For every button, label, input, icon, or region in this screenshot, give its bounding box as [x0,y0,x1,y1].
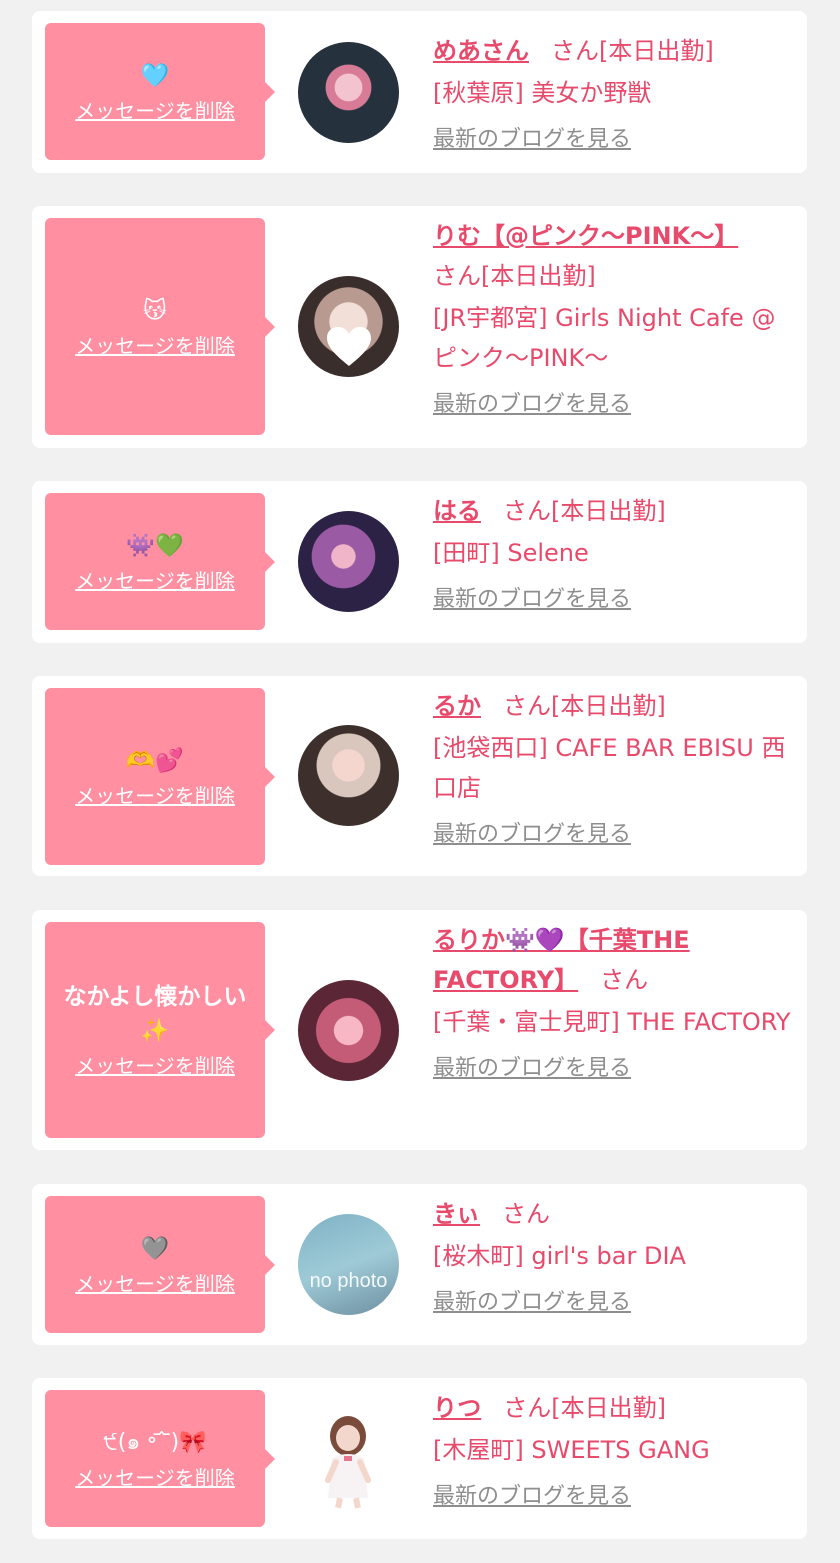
message-text: 👾💚 [126,532,184,559]
latest-blog-link[interactable]: 最新のブログを見る [433,1482,631,1512]
latest-blog-link[interactable]: 最新のブログを見る [433,390,631,420]
list-item: ੯(๑ ॰ ᷄ ᷅)🎀 メッセージを削除 りつ さん[本日出勤] [木屋町] SW… [32,1378,807,1539]
person-figure-icon [325,1416,371,1509]
delete-message-link[interactable]: メッセージを削除 [75,567,235,595]
latest-blog-link[interactable]: 最新のブログを見る [433,1054,631,1084]
avatar[interactable] [298,1408,399,1509]
san-suffix: さん [551,37,599,65]
shop-label: [桜木町] girl's bar DIA [433,1242,686,1270]
cast-info: めあさん さん[本日出勤] [秋葉原] 美女か野獣 最新のブログを見る [433,31,798,155]
shop-label: [木屋町] SWEETS GANG [433,1436,710,1464]
message-bubble: 🩶 メッセージを削除 [45,1196,265,1333]
status-label: [本日出勤] [551,1394,666,1422]
message-bubble: 🫶💕 メッセージを削除 [45,688,265,865]
shop-label: [JR宇都宮] Girls Night Cafe @ピンク〜PINK〜 [433,304,776,372]
message-text: なかよし懐かしい✨ [63,984,247,1044]
cast-name-link[interactable]: りむ【@ピンク〜PINK〜】 [433,222,738,250]
cast-info: るか さん[本日出勤] [池袋西口] CAFE BAR EBISU 西口店 最新の… [433,686,798,850]
latest-blog-link[interactable]: 最新のブログを見る [433,820,631,850]
latest-blog-link[interactable]: 最新のブログを見る [433,1288,631,1318]
message-bubble: 🩵 メッセージを削除 [45,23,265,160]
delete-message-link[interactable]: メッセージを削除 [75,782,235,810]
delete-message-link[interactable]: メッセージを削除 [75,1270,235,1298]
delete-message-link[interactable]: メッセージを削除 [75,332,235,360]
latest-blog-link[interactable]: 最新のブログを見る [433,125,631,155]
san-suffix: さん [600,966,649,994]
delete-message-link[interactable]: メッセージを削除 [75,1052,235,1080]
list-item: なかよし懐かしい✨ メッセージを削除 るりか👾💜【千葉THE FACTORY】さ… [32,910,807,1150]
message-text: 🩶 [140,1235,170,1262]
avatar[interactable] [298,725,399,826]
delete-message-link[interactable]: メッセージを削除 [75,1464,235,1492]
list-item: 🩵 メッセージを削除 めあさん さん[本日出勤] [秋葉原] 美女か野獣 最新のブ… [32,11,807,173]
status-label: [本日出勤] [481,262,596,290]
delete-message-link[interactable]: メッセージを削除 [75,97,235,125]
shop-label: [秋葉原] 美女か野獣 [433,79,652,107]
status-label: [本日出勤] [551,497,666,525]
list-item: 🫶💕 メッセージを削除 るか さん[本日出勤] [池袋西口] CAFE BAR E… [32,676,807,876]
san-suffix: さん [433,262,481,290]
latest-blog-link[interactable]: 最新のブログを見る [433,585,631,615]
cast-info: りむ【@ピンク〜PINK〜】 さん[本日出勤] [JR宇都宮] Girls Nig… [433,216,798,420]
cast-name-link[interactable]: るか [433,692,481,720]
status-label: [本日出勤] [599,37,714,65]
message-text: 🩵 [140,62,170,89]
shop-label: [田町] Selene [433,539,589,567]
message-text: 😽 [143,297,167,324]
heart-icon [327,327,371,366]
cast-info: るりか👾💜【千葉THE FACTORY】 さん [千葉・富士見町] THE FAC… [433,920,798,1084]
cast-info: はる さん[本日出勤] [田町] Selene 最新のブログを見る [433,491,798,615]
cast-name-link[interactable]: るりか👾💜【千葉THE FACTORY】 [433,926,690,994]
cast-info: りつ さん[本日出勤] [木屋町] SWEETS GANG 最新のブログを見る [433,1388,798,1512]
shop-label: [千葉・富士見町] THE FACTORY [433,1008,791,1036]
cast-name-link[interactable]: りつ [433,1394,481,1422]
san-suffix: さん [503,1394,552,1422]
message-bubble: 👾💚 メッセージを削除 [45,493,265,630]
san-suffix: さん [502,1200,551,1228]
message-text: 🫶💕 [126,747,184,774]
no-photo-placeholder: no photo [309,1270,388,1292]
avatar[interactable]: no photo [298,1214,399,1315]
message-bubble: 😽 メッセージを削除 [45,218,265,435]
list-item: 🩶 メッセージを削除 no photo きぃ さん [桜木町] girl's ba… [32,1184,807,1345]
list-item: 😽 メッセージを削除 りむ【@ピンク〜PINK〜】 さん[本日出勤] [JR宇都宮… [32,206,807,448]
cast-name-link[interactable]: きぃ [433,1200,480,1228]
message-list: 🩵 メッセージを削除 めあさん さん[本日出勤] [秋葉原] 美女か野獣 最新のブ… [0,0,840,1563]
avatar[interactable] [298,42,399,143]
cast-name-link[interactable]: はる [433,497,481,525]
san-suffix: さん [503,692,551,720]
shop-label: [池袋西口] CAFE BAR EBISU 西口店 [433,734,786,802]
message-bubble: ੯(๑ ॰ ᷄ ᷅)🎀 メッセージを削除 [45,1390,265,1527]
message-bubble: なかよし懐かしい✨ メッセージを削除 [45,922,265,1138]
avatar[interactable] [298,276,399,377]
san-suffix: さん [503,497,551,525]
cast-name-link[interactable]: めあさん [433,37,529,65]
avatar[interactable] [298,980,399,1081]
cast-info: きぃ さん [桜木町] girl's bar DIA 最新のブログを見る [433,1194,798,1318]
list-item: 👾💚 メッセージを削除 はる さん[本日出勤] [田町] Selene 最新のブロ… [32,481,807,643]
status-label: [本日出勤] [551,692,666,720]
avatar[interactable] [298,511,399,612]
message-text: ੯(๑ ॰ ᷄ ᷅)🎀 [103,1429,207,1455]
